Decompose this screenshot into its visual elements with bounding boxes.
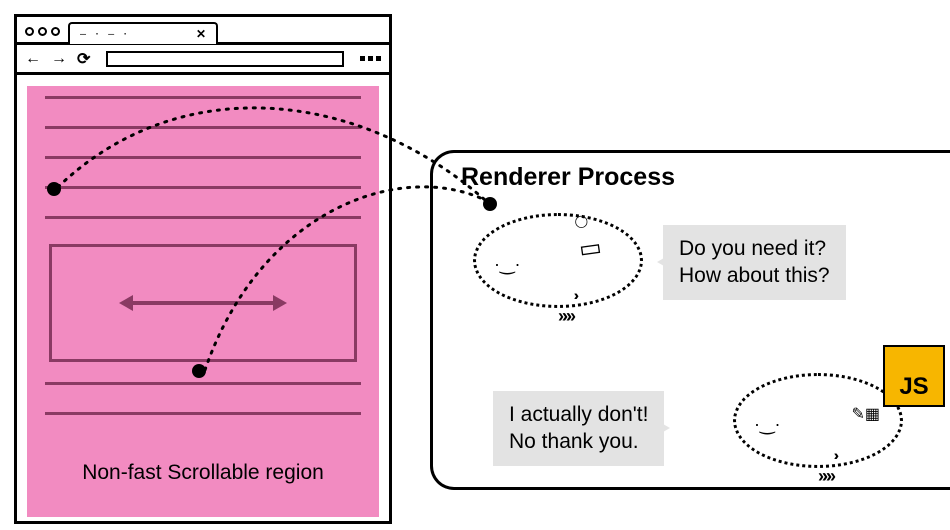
chevron-right-icon: »»»: [818, 466, 830, 487]
tab-strip: — · — · ✕: [17, 17, 389, 45]
address-bar[interactable]: [106, 51, 344, 67]
page-content-line: [45, 96, 361, 99]
input-event-point: [47, 182, 61, 196]
window-control-dot: [25, 27, 34, 36]
speech-line: No thank you.: [509, 428, 648, 455]
page-content-line: [45, 126, 361, 129]
back-icon[interactable]: ←: [25, 50, 41, 68]
window-controls: [25, 27, 60, 36]
panel-input-anchor: [483, 197, 497, 211]
page-viewport: Non-fast Scrollable region: [17, 78, 389, 521]
speech-line: How about this?: [679, 262, 830, 289]
lamp-icon: ◯: [575, 214, 588, 228]
page-content-line: [45, 156, 361, 159]
window-control-dot: [51, 27, 60, 36]
inner-scroll-container[interactable]: [49, 244, 357, 362]
page-content-line: [45, 186, 361, 189]
speech-line: Do you need it?: [679, 235, 830, 262]
javascript-badge: JS: [883, 345, 945, 407]
compositor-thread: ·‿· ▭ ◯ ››› »»»: [473, 213, 643, 308]
page-content-line: [45, 382, 361, 385]
forward-icon[interactable]: →: [51, 50, 67, 68]
browser-tab[interactable]: — · — · ✕: [68, 22, 218, 44]
browser-window: — · — · ✕ ← → ⟳ Non-fast Scrollable: [14, 14, 392, 524]
nonfast-scrollable-region: Non-fast Scrollable region: [27, 86, 379, 517]
reload-icon[interactable]: ⟳: [77, 49, 90, 69]
close-icon[interactable]: ✕: [196, 27, 206, 41]
speech-line: I actually don't!: [509, 401, 648, 428]
panel-title: Renderer Process: [461, 163, 675, 192]
input-event-point: [192, 364, 206, 378]
compositor-speech: Do you need it? How about this?: [663, 225, 846, 300]
page-content-line: [45, 412, 361, 415]
chevron-right-icon: »»»: [558, 306, 570, 327]
nav-toolbar: ← → ⟳: [17, 45, 389, 75]
face-icon: ·‿·: [494, 254, 520, 275]
window-control-dot: [38, 27, 47, 36]
face-icon: ·‿·: [754, 414, 780, 435]
tab-title-placeholder: — · — ·: [80, 29, 129, 40]
page-content-line: [45, 216, 361, 219]
js-label: JS: [899, 373, 928, 401]
nonfast-region-label: Non-fast Scrollable region: [27, 461, 379, 485]
main-thread-speech: I actually don't! No thank you.: [493, 391, 664, 466]
horizontal-scroll-arrow-icon: [123, 301, 283, 305]
tools-icon: ✎▦: [851, 404, 880, 424]
main-thread: ·‿· ✎▦ ››› »»»: [733, 373, 903, 468]
renderer-process-panel: Renderer Process ·‿· ▭ ◯ ››› »»» Do you …: [430, 150, 950, 490]
overflow-menu-icon[interactable]: [360, 56, 381, 61]
